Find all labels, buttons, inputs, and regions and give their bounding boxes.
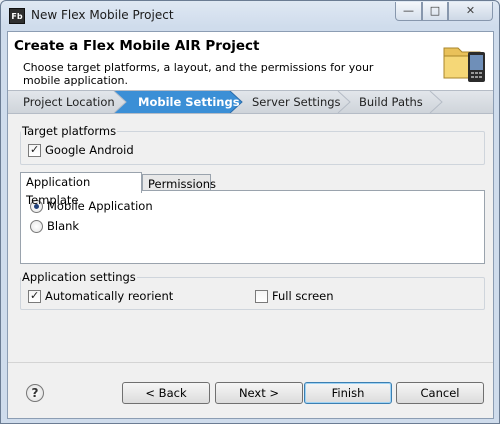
folder-phone-icon [443, 47, 485, 82]
radio-button[interactable] [30, 219, 43, 233]
close-button[interactable]: ✕ [448, 2, 493, 21]
flash-builder-icon: Fb [9, 8, 25, 24]
blank-radio[interactable]: Blank [30, 219, 79, 233]
maximize-button[interactable]: □ [422, 2, 448, 21]
full-screen-checkbox[interactable]: Full screen [255, 289, 334, 303]
dialog-window: Fb New Flex Mobile Project — □ ✕ Create … [0, 0, 500, 424]
footer-divider [8, 362, 493, 363]
auto-reorient-label: Automatically reorient [45, 289, 174, 303]
template-panel: Mobile Application Blank [20, 190, 485, 264]
application-settings-label: Application settings [21, 270, 137, 284]
cancel-button[interactable]: Cancel [396, 382, 484, 404]
blank-label: Blank [47, 219, 80, 233]
step-build-paths[interactable]: Build Paths [359, 91, 423, 113]
check-mark-icon: ✓ [30, 288, 40, 302]
target-platforms-label: Target platforms [21, 124, 118, 138]
back-button[interactable]: < Back [122, 382, 210, 404]
checkbox-box[interactable] [255, 289, 268, 303]
window-title: New Flex Mobile Project [31, 8, 174, 22]
next-button[interactable]: Next > [215, 382, 303, 404]
wizard-header: Create a Flex Mobile AIR Project Choose … [8, 32, 493, 90]
wizard-steps: Project Location Mobile Settings Server … [8, 90, 493, 114]
tab-application-template[interactable]: Application Template [20, 172, 142, 207]
auto-reorient-checkbox[interactable]: ✓ Automatically reorient [28, 289, 173, 303]
checkbox-box[interactable]: ✓ [28, 142, 41, 157]
step-server-settings[interactable]: Server Settings [252, 91, 341, 113]
checkbox-box[interactable]: ✓ [28, 288, 41, 303]
full-screen-label: Full screen [272, 289, 334, 303]
google-android-label: Google Android [45, 143, 134, 157]
google-android-checkbox[interactable]: ✓ Google Android [28, 143, 134, 157]
check-mark-icon: ✓ [30, 142, 40, 156]
minimize-button[interactable]: — [395, 2, 422, 21]
title-bar[interactable]: Fb New Flex Mobile Project — □ ✕ [1, 1, 499, 31]
dialog-client-area: Create a Flex Mobile AIR Project Choose … [7, 31, 494, 419]
step-project-location[interactable]: Project Location [23, 91, 115, 113]
page-description: Choose target platforms, a layout, and t… [23, 61, 374, 87]
help-icon[interactable]: ? [26, 384, 44, 402]
page-title: Create a Flex Mobile AIR Project [14, 38, 260, 54]
finish-button[interactable]: Finish [304, 382, 392, 404]
step-mobile-settings[interactable]: Mobile Settings [138, 91, 240, 113]
